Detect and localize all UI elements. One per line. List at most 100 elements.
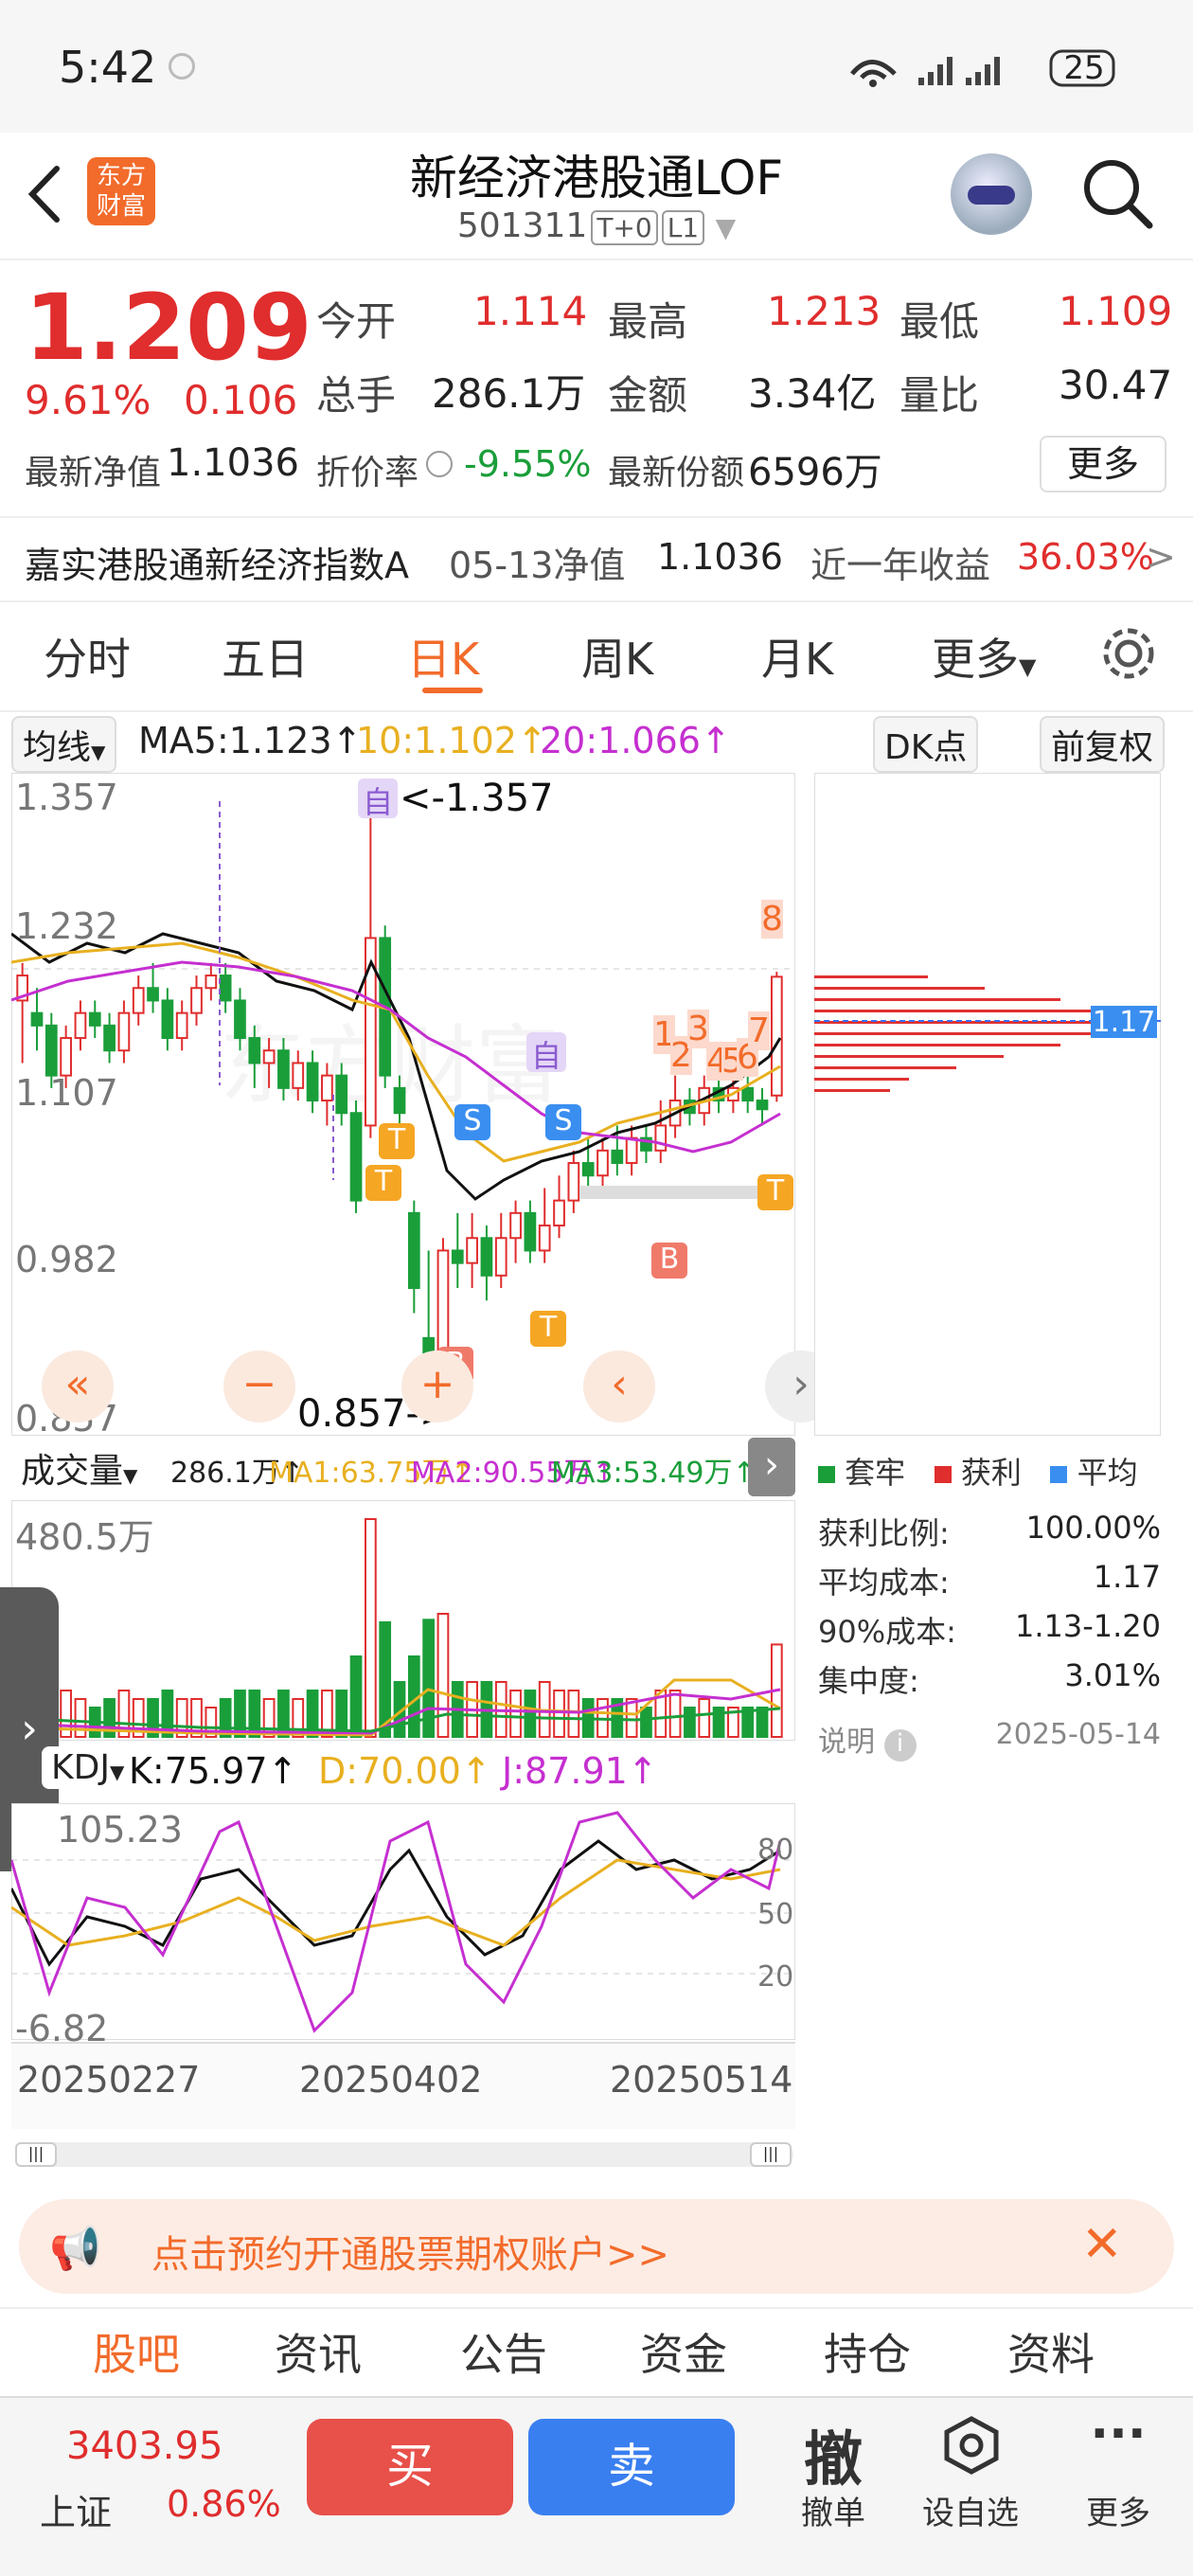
index-value[interactable]: 3403.95 bbox=[66, 2424, 223, 2468]
kdj-selector[interactable]: KDJ▼ bbox=[42, 1746, 134, 1789]
marker-sell[interactable]: S bbox=[454, 1104, 490, 1140]
add-watchlist-label[interactable]: 设自选 bbox=[909, 2487, 1032, 2533]
tab-announcements[interactable]: 公告 bbox=[460, 2320, 547, 2383]
marker-self[interactable]: 自 bbox=[358, 778, 398, 820]
tab-five-day[interactable]: 五日 bbox=[222, 625, 309, 688]
range-handle-left[interactable]: ||| bbox=[15, 2142, 57, 2167]
share-value: 6596万 bbox=[748, 451, 882, 494]
scroll-left-icon[interactable]: ‹ bbox=[583, 1351, 655, 1422]
more-dots-icon[interactable]: ··· bbox=[1066, 2406, 1170, 2462]
range-scrollbar[interactable]: ||| ||| bbox=[15, 2142, 793, 2167]
zoom-in-icon[interactable]: + bbox=[401, 1351, 473, 1422]
sell-button[interactable]: 卖 bbox=[528, 2419, 735, 2515]
promo-banner[interactable]: 📢 点击预约开通股票期权账户>> ✕ bbox=[19, 2199, 1174, 2294]
high-label: 最高 bbox=[608, 298, 688, 345]
volume-selector[interactable]: 成交量▼ bbox=[11, 1441, 148, 1494]
battery-level: 25 bbox=[1063, 49, 1105, 87]
marker-t[interactable]: T bbox=[530, 1311, 566, 1347]
discount-label: 折价率 bbox=[316, 454, 419, 492]
notification-icon bbox=[169, 53, 195, 80]
caret-down-icon: ▼ bbox=[91, 741, 106, 763]
volume-bar bbox=[756, 1707, 769, 1738]
expand-indicator-button[interactable]: › bbox=[748, 1438, 795, 1496]
adjust-button[interactable]: 前复权 bbox=[1040, 716, 1166, 773]
tab-holdings[interactable]: 持仓 bbox=[824, 2320, 911, 2383]
tab-timeshare[interactable]: 分时 bbox=[44, 625, 131, 688]
ratio-value: 30.47 bbox=[1059, 362, 1173, 408]
marker-t[interactable]: T bbox=[365, 1165, 401, 1201]
volume-bar bbox=[640, 1707, 652, 1738]
more-button[interactable]: 更多 bbox=[1040, 436, 1166, 492]
change-value: 0.106 bbox=[184, 377, 298, 423]
chip-row-key: 平均成本: bbox=[818, 1565, 950, 1601]
volume-bar bbox=[74, 1698, 87, 1738]
last-price: 1.209 bbox=[25, 275, 312, 381]
volume-bar bbox=[668, 1690, 682, 1738]
marker-sell[interactable]: S bbox=[545, 1104, 581, 1140]
y-tick: 1.107 bbox=[15, 1072, 118, 1114]
explain-link[interactable]: 说明 i bbox=[818, 1718, 917, 1762]
range-handle-right[interactable]: ||| bbox=[750, 2142, 792, 2167]
l1-tag: L1 bbox=[661, 210, 705, 245]
ma-selector[interactable]: 均线▼ bbox=[11, 716, 117, 773]
scroll-left-fast-icon[interactable]: « bbox=[42, 1351, 114, 1422]
kline-chart[interactable]: 东方财富 bbox=[11, 773, 795, 1436]
tab-weekly-k[interactable]: 周K bbox=[581, 625, 653, 688]
dk-point-button[interactable]: DK点 bbox=[873, 716, 979, 773]
tab-daily-k[interactable]: 日K bbox=[407, 625, 479, 688]
tab-forum[interactable]: 股吧 bbox=[93, 2320, 180, 2383]
chevron-right-icon[interactable]: > bbox=[1146, 536, 1176, 578]
candle bbox=[466, 1237, 478, 1264]
marker-t[interactable]: T bbox=[757, 1174, 793, 1210]
tab-more[interactable]: 更多▼ bbox=[932, 625, 1036, 688]
chevron-down-icon[interactable]: ▼ bbox=[716, 212, 737, 243]
buy-button[interactable]: 买 bbox=[307, 2419, 513, 2515]
ma10-value: 10:1.102↑ bbox=[356, 720, 547, 761]
high-value: 1.213 bbox=[767, 288, 881, 334]
ma20-value: 20:1.066↑ bbox=[540, 720, 731, 761]
candle bbox=[175, 1011, 188, 1040]
kdj-j: J:87.91↑ bbox=[502, 1750, 658, 1792]
volume-bar bbox=[524, 1690, 537, 1738]
robot-assistant-icon[interactable] bbox=[951, 153, 1032, 235]
candle bbox=[756, 1100, 769, 1111]
zoom-out-icon[interactable]: − bbox=[223, 1351, 295, 1422]
ma-selector-label: 均线 bbox=[23, 728, 92, 767]
candle bbox=[306, 1062, 319, 1102]
marker-buy[interactable]: B bbox=[651, 1243, 687, 1279]
fund-name[interactable]: 嘉实港股通新经济指数A bbox=[25, 536, 409, 588]
marker-self[interactable]: 自 bbox=[526, 1032, 566, 1074]
info-icon[interactable] bbox=[426, 451, 453, 477]
candle bbox=[480, 1237, 493, 1277]
marker-t[interactable]: T bbox=[379, 1123, 415, 1159]
fund-nav: 1.1036 bbox=[657, 536, 783, 578]
megaphone-icon: 📢 bbox=[49, 2225, 101, 2273]
tab-funds[interactable]: 资金 bbox=[640, 2320, 727, 2383]
explain-label: 说明 bbox=[818, 1726, 875, 1759]
chip-distribution-chart[interactable] bbox=[814, 773, 1161, 1436]
app-header: 东方 财富 新经济港股通LOF 501311 T+0 L1 ▼ bbox=[0, 133, 1193, 260]
candle bbox=[524, 1211, 537, 1252]
volume-bar bbox=[364, 1518, 377, 1738]
add-watchlist-icon[interactable] bbox=[941, 2415, 1002, 2476]
cancel-order-icon[interactable]: 撤 bbox=[776, 2411, 890, 2496]
info-icon: i bbox=[883, 1729, 917, 1762]
chip-row-value: 100.00% bbox=[1025, 1510, 1161, 1546]
chip-row-key: 集中度: bbox=[818, 1663, 919, 1699]
index-name: 上证 bbox=[40, 2492, 113, 2533]
search-icon[interactable] bbox=[1079, 155, 1155, 231]
caret-down-icon: ▼ bbox=[109, 1761, 125, 1783]
cancel-order-label[interactable]: 撤单 bbox=[776, 2487, 890, 2533]
chip-row-value: 3.01% bbox=[1064, 1657, 1161, 1693]
candle bbox=[30, 1011, 44, 1027]
gear-icon[interactable] bbox=[1098, 623, 1159, 684]
candle bbox=[538, 1225, 551, 1252]
candle bbox=[60, 1037, 72, 1077]
close-icon[interactable]: ✕ bbox=[1081, 2216, 1123, 2273]
tab-monthly-k[interactable]: 月K bbox=[761, 625, 833, 688]
candle bbox=[262, 1049, 276, 1064]
tab-news[interactable]: 资讯 bbox=[275, 2320, 362, 2383]
more-actions-label[interactable]: 更多 bbox=[1066, 2487, 1170, 2533]
tab-profile[interactable]: 资料 bbox=[1007, 2320, 1095, 2383]
candle bbox=[88, 1011, 101, 1027]
